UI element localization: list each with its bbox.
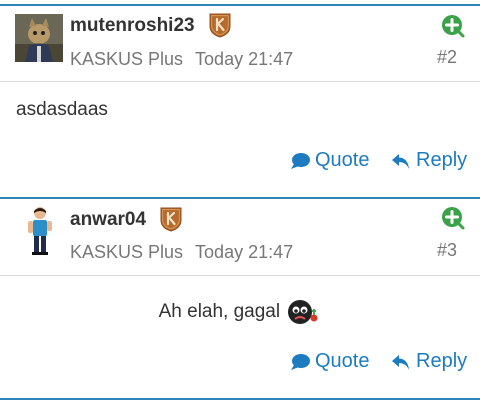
kaskus-plus-badge-icon [160,207,182,232]
username[interactable]: mutenroshi23 [70,15,195,37]
reply-label: Reply [416,149,468,171]
plus-circle-icon[interactable] [441,14,465,38]
header-divider [0,275,480,276]
quote-button[interactable]: Quote [290,149,369,172]
user-rank: KASKUS Plus [70,49,184,69]
user-avatar[interactable] [15,14,63,62]
reply-button[interactable]: Reply [391,350,467,373]
post-separator [0,197,480,199]
post-time: Today 21:47 [195,49,294,69]
reply-button[interactable]: Reply [391,149,467,172]
username[interactable]: anwar04 [70,209,146,231]
reply-arrow-icon [392,354,409,370]
speech-bubble-icon [291,152,310,169]
user-avatar[interactable] [24,206,56,256]
post-content: Ah elah, gagal [0,299,480,325]
post-number[interactable]: #2 [437,47,457,68]
bottom-divider [0,398,480,400]
kaskus-plus-badge-icon [209,13,231,38]
post-content: asdasdaas [16,99,108,120]
post-content-text: Ah elah, gagal [158,301,281,323]
post-time: Today 21:47 [195,242,294,262]
reply-arrow-icon [392,153,409,169]
quote-button[interactable]: Quote [290,350,369,373]
post-meta: KASKUS Plus Today 21:47 [70,242,293,263]
crying-emoticon-icon [288,300,318,324]
post-number[interactable]: #3 [437,240,457,261]
quote-label: Quote [315,350,370,372]
top-divider [0,4,480,6]
speech-bubble-icon [291,353,310,370]
quote-label: Quote [315,149,370,171]
plus-circle-icon[interactable] [441,206,465,230]
user-rank: KASKUS Plus [70,242,184,262]
header-divider [0,81,480,82]
post-meta: KASKUS Plus Today 21:47 [70,49,293,70]
reply-label: Reply [416,350,468,372]
